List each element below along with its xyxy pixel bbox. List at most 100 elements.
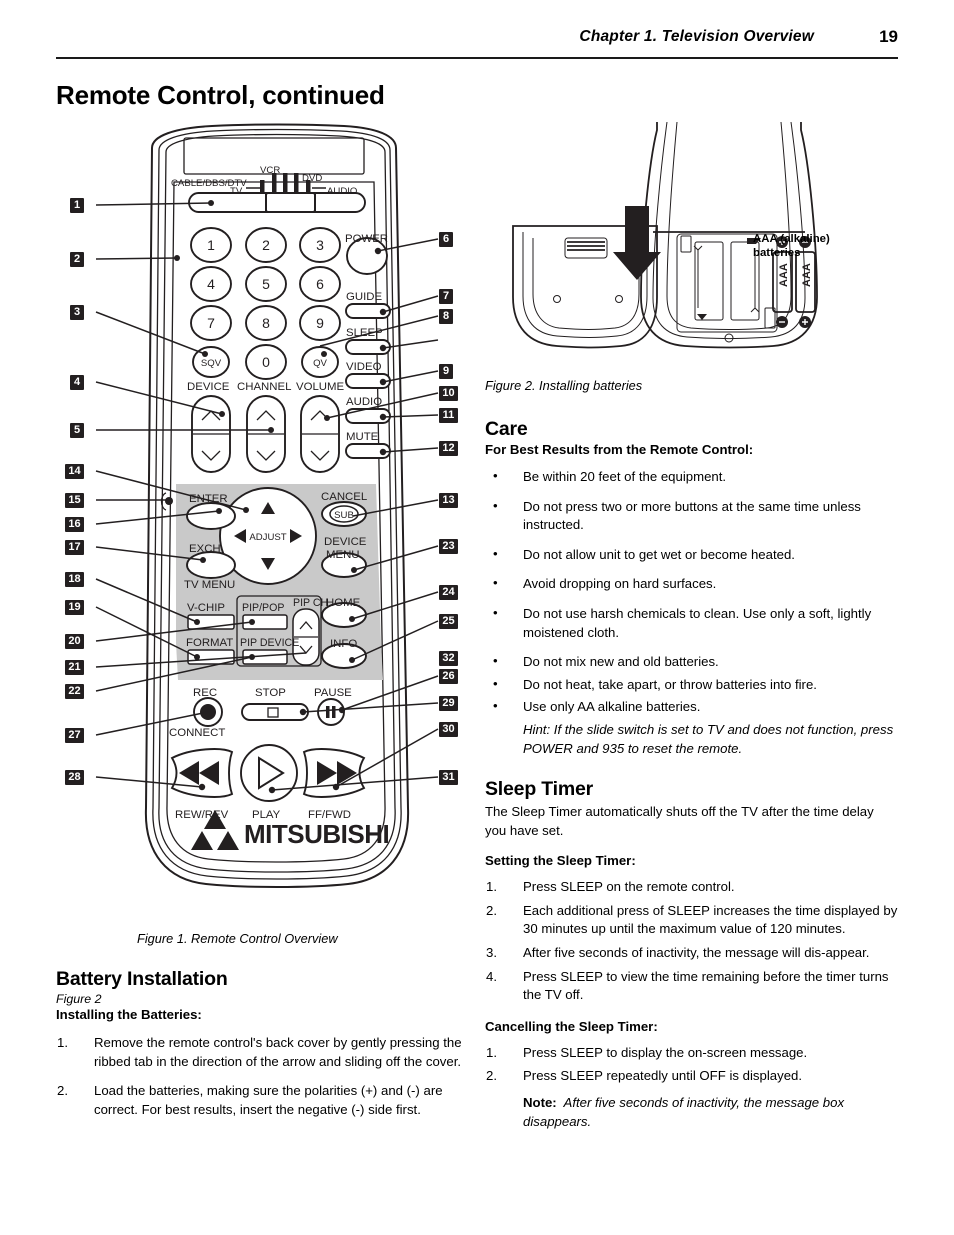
battery-type-label: AAA (alkaline) batteries bbox=[753, 232, 830, 260]
care-heading: Care bbox=[485, 418, 528, 440]
svg-text:3: 3 bbox=[316, 237, 324, 253]
svg-text:VIDEO: VIDEO bbox=[346, 361, 382, 373]
svg-text:TV: TV bbox=[230, 186, 243, 197]
sleep-timer-intro: The Sleep Timer automatically shuts off … bbox=[485, 804, 874, 838]
callout-24: 24 bbox=[439, 585, 458, 600]
step-number: 1. bbox=[486, 879, 497, 895]
list-item: • Do not press two or more buttons at the… bbox=[485, 498, 898, 535]
list-item: • Do not heat, take apart, or throw batte… bbox=[485, 676, 898, 695]
svg-text:VCR: VCR bbox=[260, 165, 280, 176]
svg-text:2: 2 bbox=[262, 237, 270, 253]
installing-batteries-subheading: Installing the Batteries: bbox=[56, 1007, 202, 1022]
step-number: 4. bbox=[486, 968, 497, 984]
step-number: 2. bbox=[486, 1068, 497, 1084]
bullet-text: Do not allow unit to get wet or become h… bbox=[523, 546, 795, 562]
list-item: • Do not use harsh chemicals to clean. Us… bbox=[485, 605, 898, 642]
svg-text:GUIDE: GUIDE bbox=[346, 291, 382, 303]
callout-23: 23 bbox=[439, 539, 458, 554]
battery-installation-section: Battery Installation Figure 2 Installing… bbox=[56, 968, 476, 1130]
svg-text:PAUSE: PAUSE bbox=[314, 687, 352, 699]
callout-8: 8 bbox=[439, 309, 453, 324]
svg-text:6: 6 bbox=[316, 276, 324, 292]
callout-5: 5 bbox=[70, 423, 84, 438]
list-item: • Do not mix new and old batteries. bbox=[485, 653, 898, 672]
care-subheading: For Best Results from the Remote Control… bbox=[485, 442, 754, 457]
svg-text:8: 8 bbox=[262, 315, 270, 331]
callout-1: 1 bbox=[70, 198, 84, 213]
step-text: Remove the remote control's back cover b… bbox=[94, 1035, 462, 1069]
svg-text:MENU: MENU bbox=[326, 549, 360, 561]
list-item: 1. Press SLEEP to display the on-screen m… bbox=[485, 1044, 898, 1063]
svg-text:AUDIO: AUDIO bbox=[327, 186, 357, 197]
callout-27: 27 bbox=[65, 728, 84, 743]
list-item: • Do not allow unit to get wet or become … bbox=[485, 546, 898, 565]
callout-2: 2 bbox=[70, 252, 84, 267]
svg-text:VOLUME: VOLUME bbox=[296, 381, 345, 393]
page-header: Chapter 1. Television Overview 19 bbox=[56, 27, 898, 60]
bullet-icon: • bbox=[493, 675, 498, 691]
svg-text:CANCEL: CANCEL bbox=[321, 491, 367, 503]
svg-text:PIP CH: PIP CH bbox=[293, 597, 328, 609]
callout-9: 9 bbox=[439, 364, 453, 379]
care-section: Care For Best Results from the Remote Co… bbox=[485, 418, 898, 758]
svg-text:CHANNEL: CHANNEL bbox=[237, 381, 291, 393]
bullet-icon: • bbox=[493, 575, 498, 591]
svg-text:DEVICE: DEVICE bbox=[187, 381, 230, 393]
svg-text:5: 5 bbox=[262, 276, 270, 292]
sleep-timer-section: Sleep Timer The Sleep Timer automaticall… bbox=[485, 778, 898, 1131]
page-number: 19 bbox=[879, 27, 898, 46]
svg-text:AAA: AAA bbox=[801, 263, 813, 287]
step-number: 1. bbox=[486, 1044, 497, 1060]
list-item: 4. Press SLEEP to view the time remaining… bbox=[485, 968, 898, 1005]
bullet-text: Do not mix new and old batteries. bbox=[523, 654, 719, 670]
note-label: Note: bbox=[523, 1094, 557, 1110]
list-item: 1. Press SLEEP on the remote control. bbox=[485, 878, 898, 897]
step-number: 1. bbox=[57, 1035, 68, 1050]
svg-text:SUB: SUB bbox=[334, 510, 354, 521]
svg-text:STOP: STOP bbox=[255, 687, 286, 699]
setting-sleep-timer-heading: Setting the Sleep Timer: bbox=[485, 853, 636, 869]
cancelling-steps-list: 1. Press SLEEP to display the on-screen m… bbox=[485, 1044, 898, 1086]
svg-text:POWER: POWER bbox=[345, 233, 388, 245]
step-text: After five seconds of inactivity, the me… bbox=[523, 944, 870, 960]
svg-text:REC: REC bbox=[193, 687, 217, 699]
list-item: 2. Press SLEEP repeatedly until OFF is di… bbox=[485, 1067, 898, 1086]
svg-text:SQV: SQV bbox=[201, 358, 222, 369]
svg-text:EXCH: EXCH bbox=[189, 543, 221, 555]
sleep-timer-note: Note: After five seconds of inactivity, … bbox=[523, 1094, 898, 1131]
svg-text:0: 0 bbox=[262, 354, 270, 370]
svg-text:ADJUST: ADJUST bbox=[249, 532, 286, 543]
callout-18: 18 bbox=[65, 572, 84, 587]
callout-32: 32 bbox=[439, 651, 458, 666]
svg-text:9: 9 bbox=[316, 315, 324, 331]
svg-text:SLEEP: SLEEP bbox=[346, 327, 383, 339]
svg-text:REW/REV: REW/REV bbox=[175, 809, 229, 821]
callout-13: 13 bbox=[439, 493, 458, 508]
bullet-text: Avoid dropping on hard surfaces. bbox=[523, 576, 717, 592]
battery-figure-ref: Figure 2 bbox=[56, 992, 102, 1006]
svg-text:DEVICE: DEVICE bbox=[324, 536, 367, 548]
callout-14: 14 bbox=[65, 464, 84, 479]
step-text: Press SLEEP on the remote control. bbox=[523, 879, 735, 895]
svg-text:INFO: INFO bbox=[330, 638, 357, 650]
care-bullet-list: • Be within 20 feet of the equipment. • Do… bbox=[485, 468, 898, 642]
step-text: Load the batteries, making sure the pola… bbox=[94, 1083, 443, 1117]
step-text: Each additional press of SLEEP increases… bbox=[523, 902, 898, 937]
svg-text:ENTER: ENTER bbox=[189, 493, 228, 505]
bullet-icon: • bbox=[493, 497, 498, 513]
header-rule bbox=[56, 57, 898, 60]
list-item: • Be within 20 feet of the equipment. bbox=[485, 468, 898, 487]
callout-26: 26 bbox=[439, 669, 458, 684]
callout-16: 16 bbox=[65, 517, 84, 532]
bullet-text: Use only AA alkaline batteries. bbox=[523, 699, 701, 715]
bullet-icon: • bbox=[493, 653, 498, 669]
figure2-caption: Figure 2. Installing batteries bbox=[485, 378, 643, 393]
callout-7: 7 bbox=[439, 289, 453, 304]
bullet-text: Do not press two or more buttons at the … bbox=[523, 498, 861, 533]
callout-15: 15 bbox=[65, 493, 84, 508]
battery-label-line1: AAA (alkaline) bbox=[753, 233, 830, 245]
callout-6: 6 bbox=[439, 232, 453, 247]
svg-text:4: 4 bbox=[207, 276, 215, 292]
list-item: 1. Remove the remote control's back cover… bbox=[56, 1034, 476, 1071]
callout-30: 30 bbox=[439, 722, 458, 737]
